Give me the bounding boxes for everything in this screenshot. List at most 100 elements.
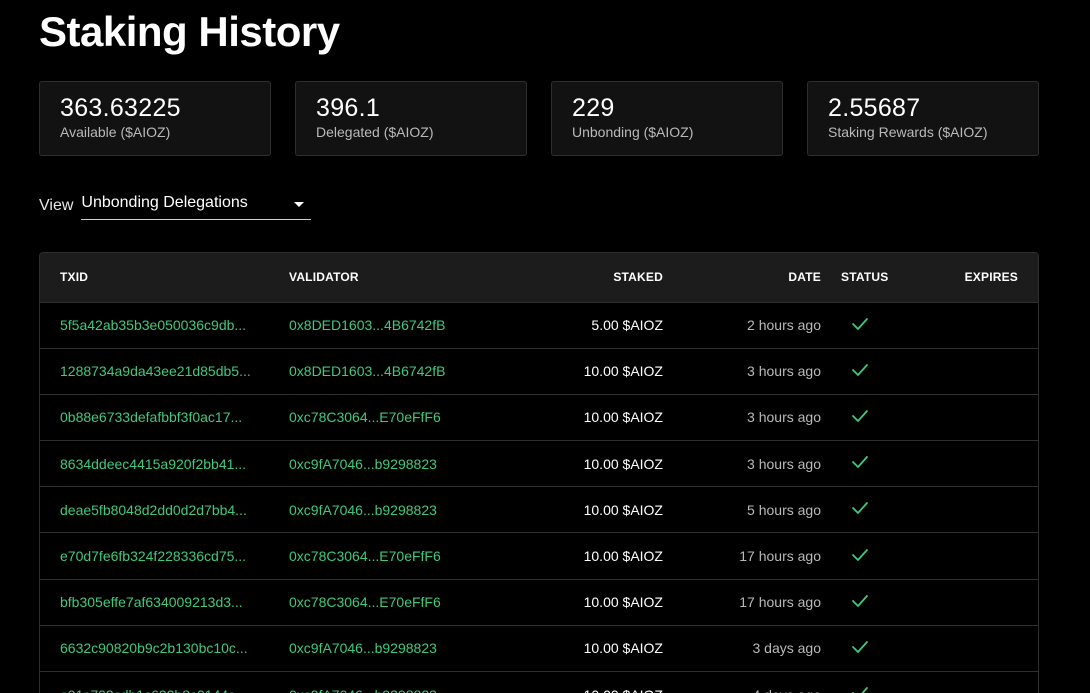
date-value: 3 days ago — [752, 640, 822, 657]
status-cell — [821, 625, 899, 671]
check-icon — [852, 363, 868, 376]
stat-card-staking-rewards: 2.55687 Staking Rewards ($AIOZ) — [807, 81, 1039, 156]
view-label: View — [39, 197, 74, 214]
page-title: Staking History — [39, 8, 340, 55]
column-header-date[interactable]: DATE — [663, 253, 821, 303]
column-header-validator[interactable]: VALIDATOR — [269, 253, 469, 303]
status-cell — [821, 394, 899, 440]
date-value: 3 hours ago — [747, 363, 821, 380]
status-cell — [821, 302, 899, 348]
staked-amount: 10.00 $AIOZ — [583, 363, 663, 380]
check-icon — [852, 641, 868, 653]
column-header-staked[interactable]: STAKED — [469, 253, 663, 303]
staked-amount: 10.00 $AIOZ — [583, 409, 663, 426]
table-row: 1288734a9da43ee21d85db5... 0x8DED1603...… — [40, 348, 1038, 395]
expires-value — [899, 302, 1038, 348]
validator-link[interactable]: 0xc9fA7046...b9298823 — [289, 640, 437, 656]
table-row: e01c702cdb1c622b8c0144c... 0xc9fA7046...… — [40, 672, 1038, 693]
expires-value — [899, 533, 1038, 579]
stat-label: Staking Rewards ($AIOZ) — [828, 124, 988, 140]
status-cell — [821, 441, 899, 487]
table-row: 8634ddeec4415a920f2bb41... 0xc9fA7046...… — [40, 441, 1038, 487]
staked-amount: 10.00 $AIOZ — [583, 501, 663, 518]
table-row: 5f5a42ab35b3e050036c9db... 0x8DED1603...… — [40, 302, 1038, 349]
status-cell — [821, 487, 899, 533]
validator-link[interactable]: 0xc78C3064...E70eFfF6 — [289, 409, 441, 425]
column-header-txid[interactable]: TXID — [40, 253, 269, 303]
table-row: e70d7fe6fb324f228336cd75... 0xc78C3064..… — [40, 533, 1038, 580]
stat-card-unbonding: 229 Unbonding ($AIOZ) — [551, 81, 783, 156]
stat-card-delegated: 396.1 Delegated ($AIOZ) — [295, 81, 527, 156]
validator-link[interactable]: 0xc9fA7046...b9298823 — [289, 502, 437, 518]
stat-value: 2.55687 — [828, 94, 921, 122]
txid-link[interactable]: e01c702cdb1c622b8c0144c... — [60, 687, 247, 693]
staked-amount: 5.00 $AIOZ — [591, 317, 663, 334]
txid-link[interactable]: 8634ddeec4415a920f2bb41... — [60, 456, 246, 472]
view-select[interactable]: Unbonding Delegations — [81, 189, 312, 220]
stat-value: 363.63225 — [60, 94, 181, 122]
stats-row: 363.63225 Available ($AIOZ) 396.1 Delega… — [39, 81, 1039, 156]
expires-value — [899, 348, 1038, 394]
validator-link[interactable]: 0xc9fA7046...b9298823 — [289, 456, 437, 472]
table-header-row: TXID VALIDATOR STAKED DATE STATUS EXPIRE… — [40, 253, 1038, 303]
table-row: bfb305effe7af634009213d3... 0xc78C3064..… — [40, 579, 1038, 626]
txid-link[interactable]: 0b88e6733defafbbf3f0ac17... — [60, 409, 242, 425]
caret-down-icon — [294, 202, 305, 207]
staking-history-page: Staking History 363.63225 Available ($AI… — [0, 0, 1090, 693]
expires-value — [899, 487, 1038, 533]
expires-value — [899, 441, 1038, 487]
staked-amount: 10.00 $AIOZ — [583, 455, 663, 472]
status-cell — [821, 533, 899, 579]
check-icon — [852, 456, 868, 469]
date-value: 3 hours ago — [747, 455, 821, 472]
date-value: 3 hours ago — [747, 409, 821, 426]
status-cell — [821, 348, 899, 394]
staked-amount: 10.00 $AIOZ — [583, 548, 663, 565]
stat-value: 229 — [572, 94, 615, 122]
staked-amount: 10.00 $AIOZ — [583, 640, 663, 657]
txid-link[interactable]: e70d7fe6fb324f228336cd75... — [60, 548, 246, 564]
validator-link[interactable]: 0xc9fA7046...b9298823 — [289, 687, 437, 693]
date-value: 2 hours ago — [747, 317, 821, 334]
txid-link[interactable]: bfb305effe7af634009213d3... — [60, 594, 243, 610]
expires-value — [899, 672, 1038, 693]
view-filter-row: View Unbonding Delegations — [39, 189, 312, 220]
validator-link[interactable]: 0x8DED1603...4B6742fB — [289, 317, 445, 333]
column-header-status[interactable]: STATUS — [821, 253, 899, 303]
staked-amount: 10.00 $AIOZ — [469, 672, 663, 693]
view-select-value: Unbonding Delegations — [81, 194, 248, 211]
table-row: 6632c90820b9c2b130bc10c... 0xc9fA7046...… — [40, 625, 1038, 672]
stat-label: Available ($AIOZ) — [60, 124, 171, 140]
status-cell — [821, 579, 899, 625]
validator-link[interactable]: 0x8DED1603...4B6742fB — [289, 363, 445, 379]
check-icon — [852, 410, 868, 422]
txid-link[interactable]: 1288734a9da43ee21d85db5... — [60, 363, 251, 379]
txid-link[interactable]: 6632c90820b9c2b130bc10c... — [60, 640, 248, 656]
expires-value — [899, 625, 1038, 671]
expires-value — [899, 394, 1038, 440]
staking-table: TXID VALIDATOR STAKED DATE STATUS EXPIRE… — [39, 252, 1039, 693]
stat-label: Delegated ($AIOZ) — [316, 124, 434, 140]
date-value: 17 hours ago — [739, 594, 821, 611]
txid-link[interactable]: deae5fb8048d2dd0d2d7bb4... — [60, 502, 247, 518]
status-cell — [821, 672, 899, 693]
table-row: deae5fb8048d2dd0d2d7bb4... 0xc9fA7046...… — [40, 487, 1038, 533]
stat-label: Unbonding ($AIOZ) — [572, 124, 694, 140]
check-icon — [852, 502, 868, 515]
check-icon — [852, 594, 868, 607]
validator-link[interactable]: 0xc78C3064...E70eFfF6 — [289, 594, 441, 610]
date-value: 17 hours ago — [739, 548, 821, 565]
date-value: 5 hours ago — [747, 501, 821, 518]
stat-card-available: 363.63225 Available ($AIOZ) — [39, 81, 271, 156]
check-icon — [852, 548, 868, 561]
date-value: 4 days ago — [663, 672, 822, 693]
check-icon — [852, 317, 868, 330]
staked-amount: 10.00 $AIOZ — [583, 594, 663, 611]
validator-link[interactable]: 0xc78C3064...E70eFfF6 — [289, 548, 441, 564]
expires-value — [899, 579, 1038, 625]
column-header-expires[interactable]: EXPIRES — [899, 253, 1038, 303]
check-icon — [852, 687, 868, 693]
stat-value: 396.1 — [316, 94, 381, 122]
table-row: 0b88e6733defafbbf3f0ac17... 0xc78C3064..… — [40, 394, 1038, 441]
txid-link[interactable]: 5f5a42ab35b3e050036c9db... — [60, 317, 246, 333]
